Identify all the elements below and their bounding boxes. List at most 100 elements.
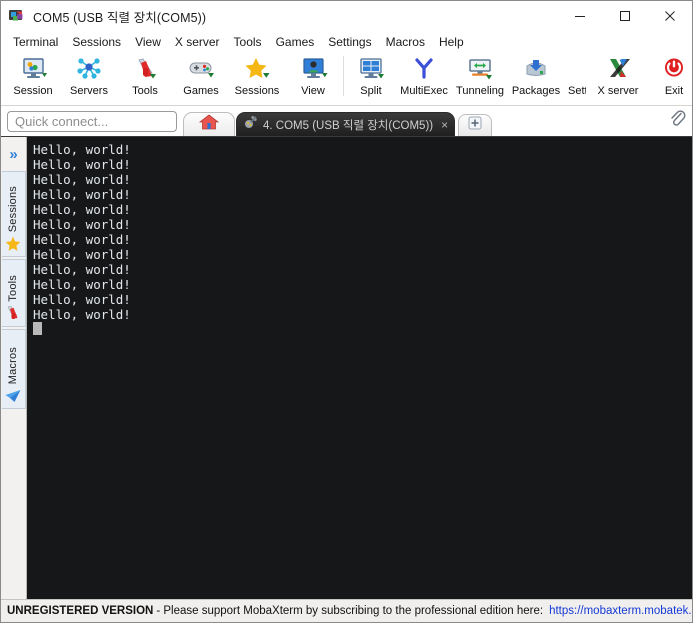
menu-macros[interactable]: Macros [379, 33, 432, 51]
quick-connect-placeholder: Quick connect... [15, 114, 109, 129]
toolbar-servers-button[interactable]: Servers [61, 52, 117, 105]
toolbar-tools-label: Tools [132, 85, 158, 97]
packages-download-icon [521, 56, 551, 83]
sidebar-expand-button[interactable]: » [2, 137, 26, 171]
session-monitor-icon [18, 56, 48, 83]
menu-games[interactable]: Games [269, 33, 322, 51]
paper-plane-icon [4, 387, 22, 405]
tunneling-arrows-icon [465, 56, 495, 83]
menu-x-server[interactable]: X server [168, 33, 227, 51]
toolbar-tunneling-label: Tunneling [456, 85, 504, 97]
tools-knife-icon [130, 56, 160, 83]
session-tab[interactable]: 4. COM5 (USB 직렬 장치(COM5)) × [236, 112, 456, 136]
sidebar-item-tools[interactable]: Tools [1, 259, 26, 327]
terminal-line: Hello, world! [33, 202, 131, 217]
mobaxterm-window: COM5 (USB 직렬 장치(COM5)) Terminal Sessions… [0, 0, 693, 623]
mobaxterm-website-link[interactable]: https://mobaxterm.mobatek.net [549, 605, 692, 617]
toolbar-tools-button[interactable]: Tools [117, 52, 173, 105]
mobaxterm-icon [9, 8, 25, 24]
toolbar-session-button[interactable]: Session [5, 52, 61, 105]
terminal-cursor [33, 322, 42, 335]
terminal-line: Hello, world! [33, 172, 131, 187]
toolbar-sessions-button[interactable]: Sessions [229, 52, 285, 105]
sessions-star-icon [242, 56, 272, 83]
terminal-line: Hello, world! [33, 277, 131, 292]
status-message: - Please support MobaXterm by subscribin… [156, 605, 544, 617]
attach-file-button[interactable] [666, 109, 688, 133]
toolbar-settings-label: Settings [568, 85, 586, 97]
tab-strip: Quick connect... 4. COM5 (USB 직렬 장치(COM5… [1, 106, 692, 137]
window-controls [557, 1, 692, 31]
toolbar-sessions-label: Sessions [234, 85, 280, 97]
toolbar-servers-label: Servers [70, 85, 108, 97]
view-user-monitor-icon [298, 56, 328, 83]
toolbar-session-label: Session [13, 85, 53, 97]
toolbar-tunneling-button[interactable]: Tunneling [452, 52, 508, 105]
new-tab-button[interactable] [458, 114, 493, 136]
terminal-output[interactable]: Hello, world! Hello, world! Hello, world… [27, 137, 692, 599]
toolbar-packages-button[interactable]: Packages [508, 52, 564, 105]
sidebar-item-macros-label: Macros [7, 346, 19, 384]
toolbar-exit-button[interactable]: Exit [646, 52, 692, 105]
toolbar-xserver-button[interactable]: X server [590, 52, 646, 105]
maximize-button[interactable] [602, 1, 647, 31]
terminal-line: Hello, world! [33, 292, 131, 307]
menu-bar: Terminal Sessions View X server Tools Ga… [1, 31, 692, 52]
toolbar-packages-label: Packages [511, 85, 561, 97]
sidebar-item-tools-label: Tools [7, 275, 19, 302]
terminal-line: Hello, world! [33, 247, 131, 262]
toolbar-view-label: View [301, 85, 325, 97]
menu-view[interactable]: View [128, 33, 168, 51]
menu-tools[interactable]: Tools [227, 33, 269, 51]
terminal-line: Hello, world! [33, 262, 131, 277]
terminal-line: Hello, world! [33, 217, 131, 232]
toolbar-split-button[interactable]: Split [346, 52, 396, 105]
title-bar: COM5 (USB 직렬 장치(COM5)) [1, 1, 692, 31]
left-sidebar: » Sessions Tools Macros [1, 137, 27, 599]
servers-network-icon [74, 56, 104, 83]
status-bar: UNREGISTERED VERSION - Please support Mo… [1, 599, 692, 622]
toolbar-multiexec-button[interactable]: MultiExec [396, 52, 452, 105]
terminal-line: Hello, world! [33, 232, 131, 247]
toolbar-settings-button[interactable]: Settings [564, 52, 590, 105]
toolbar-separator [343, 56, 344, 96]
sidebar-item-macros[interactable]: Macros [1, 329, 26, 409]
close-button[interactable] [647, 1, 692, 31]
toolbar-games-label: Games [183, 85, 219, 97]
toolbar-games-button[interactable]: Games [173, 52, 229, 105]
work-area: » Sessions Tools Macros Hello, world! He… [1, 137, 692, 599]
toolbar-view-button[interactable]: View [285, 52, 341, 105]
toolbar-exit-label: Exit [664, 85, 684, 97]
quick-connect-input[interactable]: Quick connect... [7, 111, 177, 132]
session-tab-close-icon[interactable]: × [441, 119, 448, 131]
settings-gear-icon [566, 56, 588, 83]
games-gamepad-icon [186, 56, 216, 83]
menu-help[interactable]: Help [432, 33, 471, 51]
menu-settings[interactable]: Settings [321, 33, 378, 51]
menu-sessions[interactable]: Sessions [65, 33, 128, 51]
toolbar-split-label: Split [360, 85, 382, 97]
terminal-line: Hello, world! [33, 187, 131, 202]
window-title: COM5 (USB 직렬 장치(COM5)) [33, 10, 207, 25]
toolbar-multiexec-label: MultiExec [400, 85, 448, 97]
paperclip-icon [669, 109, 686, 133]
serial-plug-icon [244, 115, 258, 134]
toolbar-xserver-label: X server [597, 85, 639, 97]
split-panes-icon [356, 56, 386, 83]
home-tab[interactable] [183, 112, 235, 136]
sidebar-item-sessions[interactable]: Sessions [1, 171, 26, 257]
home-icon [198, 113, 220, 136]
multiexec-fork-icon [409, 56, 439, 83]
star-icon [4, 235, 22, 253]
swiss-knife-icon [4, 305, 22, 323]
plus-icon [468, 116, 482, 135]
minimize-button[interactable] [557, 1, 602, 31]
chevron-double-right-icon: » [9, 145, 18, 163]
exit-power-icon [659, 56, 689, 83]
terminal-line: Hello, world! [33, 307, 131, 322]
session-tab-label: 4. COM5 (USB 직렬 장치(COM5)) [263, 119, 434, 132]
menu-terminal[interactable]: Terminal [6, 33, 65, 51]
terminal-line: Hello, world! [33, 142, 131, 157]
main-toolbar: Session Servers Tools Games Sessions Vie… [1, 52, 692, 106]
terminal-line: Hello, world! [33, 157, 131, 172]
